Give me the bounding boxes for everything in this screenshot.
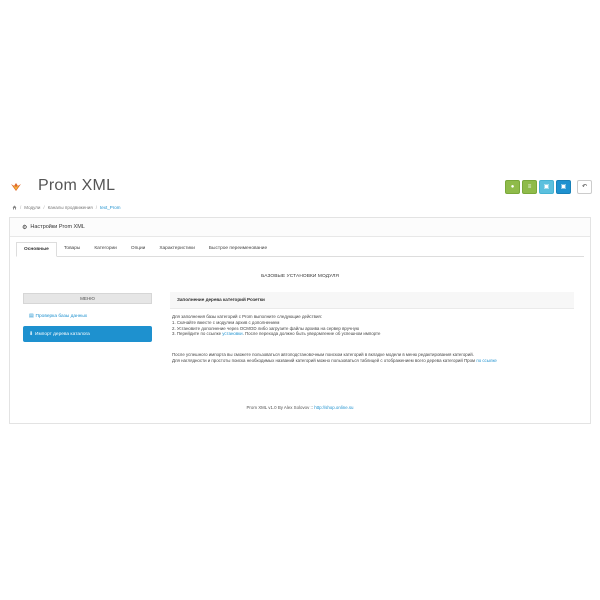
back-icon: ↶ bbox=[581, 184, 588, 190]
menu-item-import-tree[interactable]: ⬇ Импорт дерева каталога bbox=[23, 326, 152, 342]
step-3-suffix: . После перехода должно быть уведомление… bbox=[242, 331, 381, 337]
save-button[interactable]: ▣ bbox=[556, 180, 571, 194]
tab-attributes[interactable]: Характеристики bbox=[152, 242, 202, 256]
save-icon: ▣ bbox=[543, 184, 550, 190]
circle-button[interactable]: ● bbox=[505, 180, 520, 194]
tab-categories[interactable]: Категории bbox=[87, 242, 124, 256]
gear-icon: ⚙ bbox=[22, 224, 28, 231]
list-icon: ≡ bbox=[527, 184, 532, 190]
page-header: Prom XML ● ≡ ▣ ▣ ↶ bbox=[0, 172, 600, 202]
menu-item-db-check[interactable]: ▤ Проверка базы данных bbox=[23, 309, 152, 323]
breadcrumb-separator: / bbox=[43, 204, 45, 210]
tab-quick-rename[interactable]: Быстрое переименование bbox=[202, 242, 274, 256]
content-body: Для заполнения базы категорий с Prom вып… bbox=[170, 314, 574, 364]
breadcrumb-separator: / bbox=[95, 204, 97, 210]
list-button[interactable]: ≡ bbox=[522, 180, 537, 194]
back-button[interactable]: ↶ bbox=[577, 180, 592, 194]
settings-panel: ⚙ Настройки Prom XML Основные Товары Кат… bbox=[9, 217, 591, 424]
database-icon: ▤ bbox=[29, 313, 34, 319]
menu-item-label: Импорт дерева каталога bbox=[35, 331, 90, 337]
tab-bar: Основные Товары Категории Опции Характер… bbox=[16, 242, 584, 257]
content-heading: Заполнение дерева категорий Розетки bbox=[170, 292, 574, 309]
breadcrumb-item-channels[interactable]: Каналы продвижения bbox=[48, 205, 93, 210]
breadcrumb: / Модули / Каналы продвижения / text_Pro… bbox=[12, 203, 120, 211]
download-icon: ⬇ bbox=[29, 331, 34, 337]
toolbar: ● ≡ ▣ ▣ ↶ bbox=[503, 180, 592, 194]
save-icon: ▣ bbox=[560, 184, 567, 190]
panel-title: Настройки Prom XML bbox=[30, 224, 85, 230]
panel-heading: ⚙ Настройки Prom XML bbox=[10, 218, 590, 237]
info-line-2-text: Для наглядности и простоты поиска необхо… bbox=[172, 357, 477, 363]
tab-products[interactable]: Товары bbox=[57, 242, 88, 256]
footer-link[interactable]: http://shop.online.su bbox=[314, 405, 353, 410]
breadcrumb-item-current[interactable]: text_Prom bbox=[100, 205, 121, 210]
side-menu: МЕНЮ ▤ Проверка базы данных ⬇ Импорт дер… bbox=[23, 293, 152, 342]
step-3-line: 3. Перейдите по ссылке установки. После … bbox=[172, 331, 574, 337]
circle-icon: ● bbox=[510, 184, 515, 190]
content-area: Заполнение дерева категорий Розетки Для … bbox=[170, 292, 574, 364]
breadcrumb-item-modules[interactable]: Модули bbox=[24, 205, 40, 210]
page-title: Prom XML bbox=[38, 177, 116, 194]
menu-title: МЕНЮ bbox=[23, 293, 152, 304]
tree-table-link[interactable]: по ссылке bbox=[476, 358, 497, 363]
save-button-light[interactable]: ▣ bbox=[539, 180, 554, 194]
tab-options[interactable]: Опции bbox=[124, 242, 152, 256]
install-link[interactable]: установки bbox=[222, 331, 242, 336]
section-title: БАЗОВЫЕ УСТАНОВКИ МОДУЛЯ bbox=[261, 274, 339, 279]
info-line-2: Для наглядности и простоты поиска необхо… bbox=[172, 358, 574, 364]
tab-main[interactable]: Основные bbox=[16, 242, 57, 257]
logo-icon bbox=[11, 183, 21, 191]
footer: Prom XML v1.0 By Alex Solovov :: http://… bbox=[10, 405, 590, 410]
breadcrumb-separator: / bbox=[20, 204, 22, 210]
home-icon[interactable] bbox=[12, 205, 17, 210]
step-3-prefix: 3. Перейдите по ссылке bbox=[172, 331, 223, 337]
menu-item-label: Проверка базы данных bbox=[35, 313, 88, 319]
footer-text: Prom XML v1.0 By Alex Solovov :: bbox=[246, 405, 315, 410]
